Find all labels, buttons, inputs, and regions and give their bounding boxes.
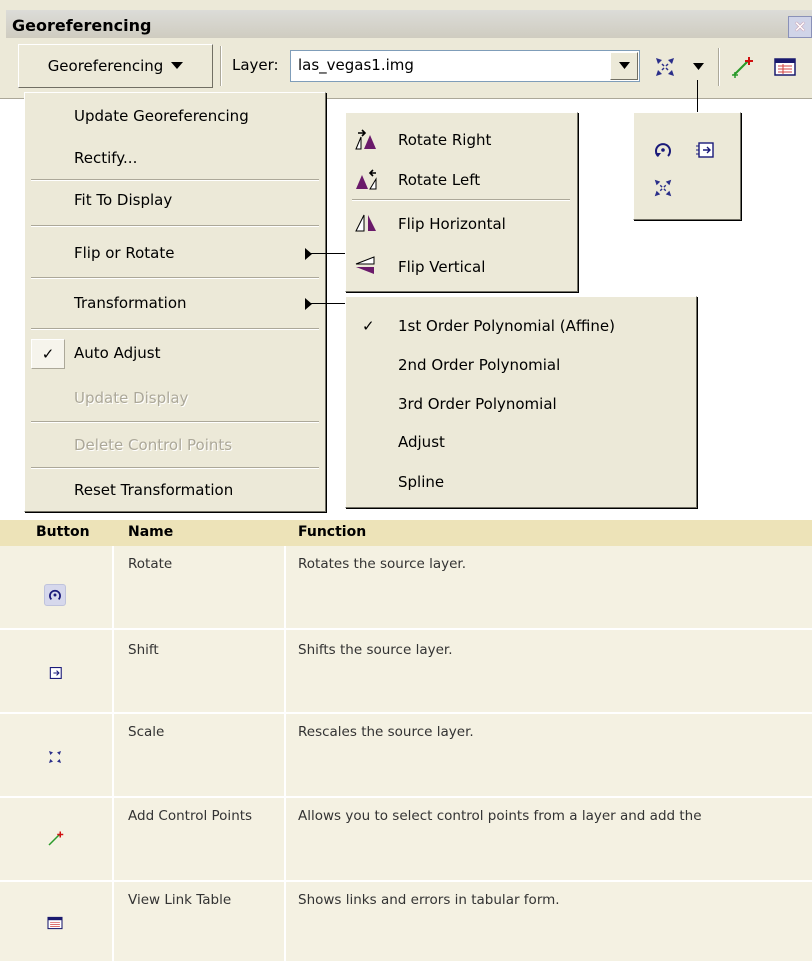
- shift-icon: [44, 662, 66, 684]
- layer-label: Layer:: [232, 56, 279, 74]
- scale-tool-button[interactable]: [648, 173, 678, 203]
- row-name: View Link Table: [128, 892, 232, 908]
- check-icon: ✓: [362, 317, 375, 335]
- row-function: Shifts the source layer.: [298, 642, 453, 658]
- menu-item-update-georeferencing[interactable]: Update Georeferencing: [74, 107, 249, 125]
- rotate-tool-button[interactable]: [648, 135, 678, 165]
- menu-item-fit-to-display[interactable]: Fit To Display: [74, 191, 172, 209]
- georeferencing-dropdown-menu: Update Georeferencing Rectify... Fit To …: [24, 92, 326, 512]
- menu-item-rectify[interactable]: Rectify...: [74, 149, 137, 167]
- menu-item-update-display[interactable]: Update Display: [74, 389, 188, 407]
- layer-dropdown-button[interactable]: [610, 52, 638, 80]
- menu-separator: [352, 199, 570, 201]
- layer-select-value: las_vegas1.img: [298, 56, 414, 74]
- menu-item-spline[interactable]: Spline: [398, 473, 444, 491]
- add-control-points-icon: [732, 57, 753, 78]
- auto-adjust-check: ✓: [31, 339, 65, 369]
- row-name: Shift: [128, 642, 159, 658]
- menu-item-1st-order-polynomial[interactable]: 1st Order Polynomial (Affine): [398, 317, 615, 335]
- rotate-left-icon: [354, 169, 378, 195]
- close-icon: ✕: [793, 18, 807, 36]
- add-control-points-button[interactable]: [727, 52, 757, 82]
- row-function: Rescales the source layer.: [298, 724, 474, 740]
- submenu-arrow-icon: [305, 248, 312, 260]
- menu-item-transformation[interactable]: Transformation: [74, 294, 187, 312]
- rotate-shift-dropdown-button[interactable]: [688, 52, 708, 82]
- row-name: Rotate: [128, 556, 173, 572]
- submenu-arrow-icon: [305, 298, 312, 310]
- menu-item-2nd-order-polynomial[interactable]: 2nd Order Polynomial: [398, 356, 560, 374]
- view-link-table-button[interactable]: [770, 52, 800, 82]
- menu-item-adjust[interactable]: Adjust: [398, 433, 445, 451]
- menu-item-flip-vertical[interactable]: Flip Vertical: [398, 258, 485, 276]
- toolbar-title: Georeferencing: [12, 16, 152, 35]
- table-header-name: Name: [128, 524, 174, 540]
- table-header-button: Button: [36, 524, 90, 540]
- table-header-row: [0, 520, 812, 546]
- chevron-down-icon: [171, 62, 184, 69]
- chevron-down-icon: [618, 62, 630, 69]
- menu-separator: [31, 277, 319, 279]
- menu-item-flip-horizontal[interactable]: Flip Horizontal: [398, 215, 506, 233]
- scale-icon: [656, 58, 674, 76]
- connector-line: [311, 253, 345, 254]
- check-icon: ✓: [41, 345, 55, 363]
- menu-item-flip-or-rotate[interactable]: Flip or Rotate: [74, 244, 174, 262]
- menu-item-auto-adjust[interactable]: Auto Adjust: [74, 344, 160, 362]
- connector-line: [697, 80, 698, 112]
- row-name: Scale: [128, 724, 165, 740]
- row-function: Allows you to select control points from…: [298, 808, 702, 824]
- menu-item-delete-control-points[interactable]: Delete Control Points: [74, 436, 232, 454]
- menu-item-rotate-right[interactable]: Rotate Right: [398, 131, 491, 149]
- georeferencing-menu-button[interactable]: Georeferencing: [18, 44, 213, 88]
- view-link-table-icon: [44, 912, 66, 934]
- table-header-function: Function: [298, 524, 367, 540]
- shift-icon: [696, 142, 714, 158]
- transformation-submenu: ✓ 1st Order Polynomial (Affine) 2nd Orde…: [345, 296, 697, 508]
- rotate-icon: [44, 584, 66, 606]
- scale-icon: [44, 746, 66, 768]
- menu-separator: [31, 467, 319, 469]
- view-link-table-icon: [774, 58, 796, 76]
- flip-rotate-submenu: Rotate Right Rotate Left Flip Horizontal…: [345, 112, 578, 292]
- row-function: Shows links and errors in tabular form.: [298, 892, 560, 908]
- toolbar-separator: [718, 48, 720, 86]
- flip-vertical-icon: [354, 255, 378, 279]
- dropdown-arrow-icon: [692, 63, 704, 70]
- menu-separator: [31, 225, 319, 227]
- menu-separator: [31, 179, 319, 181]
- menu-separator: [31, 421, 319, 423]
- scale-icon: [654, 179, 672, 197]
- menu-item-rotate-left[interactable]: Rotate Left: [398, 171, 480, 189]
- menu-item-reset-transformation[interactable]: Reset Transformation: [74, 481, 233, 499]
- flip-horizontal-icon: [354, 213, 378, 237]
- menu-separator: [31, 328, 319, 330]
- toolbar-separator: [220, 46, 222, 86]
- add-control-points-icon: [44, 828, 66, 850]
- connector-line: [311, 303, 345, 304]
- georeferencing-menu-label: Georeferencing: [47, 57, 164, 75]
- menu-item-3rd-order-polynomial[interactable]: 3rd Order Polynomial: [398, 395, 557, 413]
- rotate-right-icon: [354, 129, 378, 155]
- rotate-icon: [655, 143, 671, 157]
- shift-tool-button[interactable]: [690, 135, 720, 165]
- row-function: Rotates the source layer.: [298, 556, 467, 572]
- scale-tool-button[interactable]: [650, 52, 680, 82]
- rotate-shift-scale-toolbar: [633, 112, 741, 220]
- close-button[interactable]: ✕: [788, 16, 812, 38]
- row-name: Add Control Points: [128, 808, 253, 824]
